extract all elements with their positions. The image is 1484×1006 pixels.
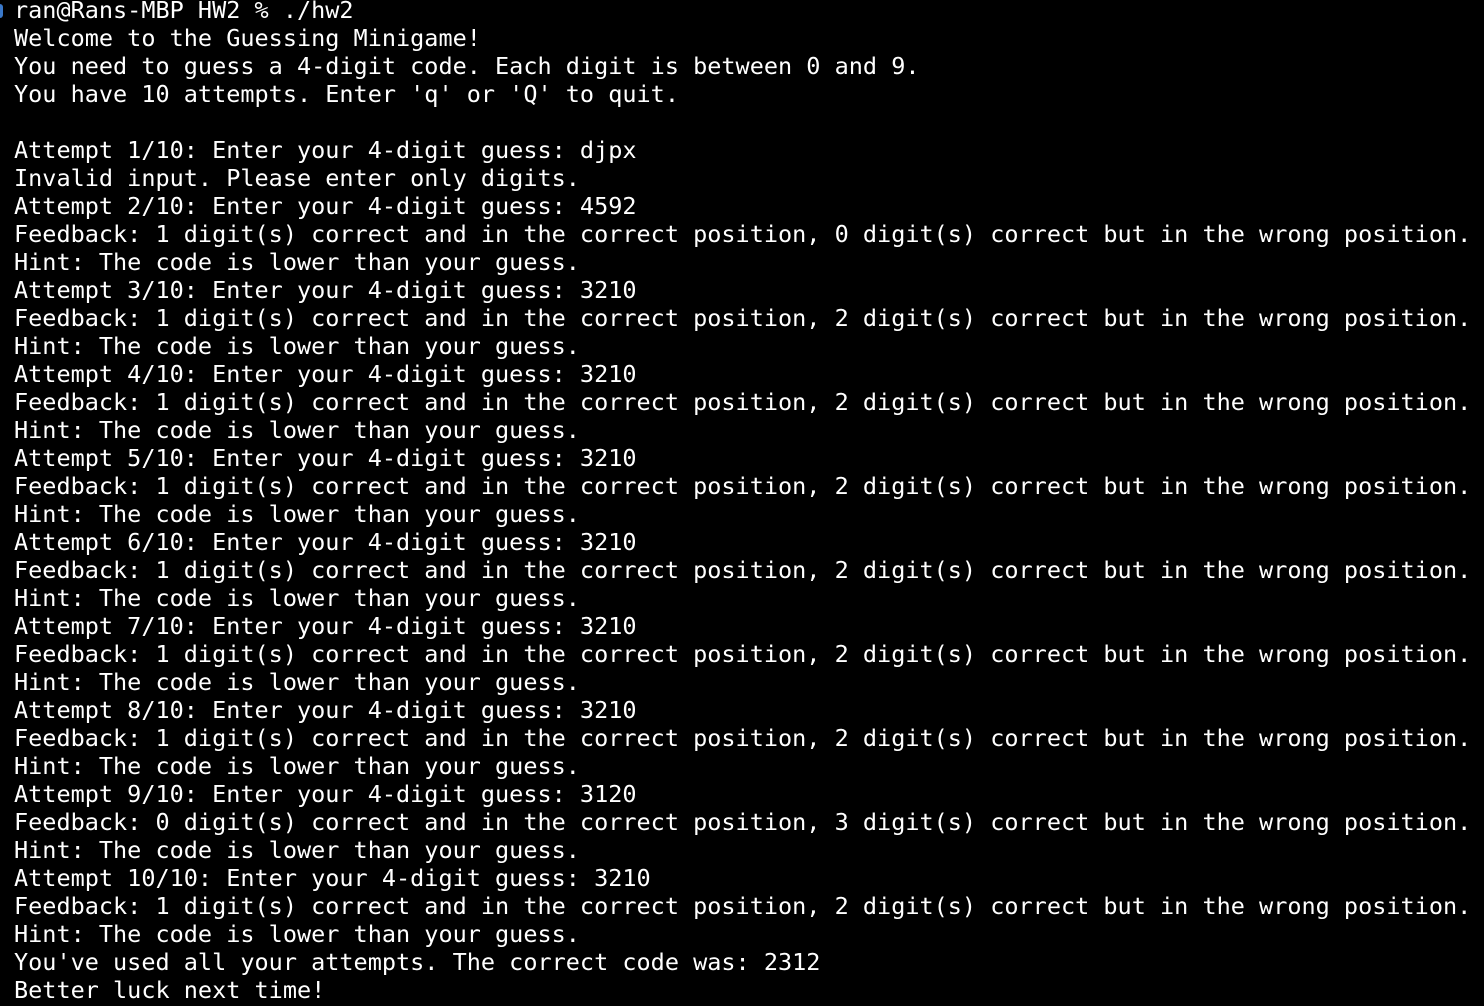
output-line <box>14 108 1471 136</box>
output-line: Hint: The code is lower than your guess. <box>14 584 580 612</box>
output-line: Attempt 7/10: Enter your 4-digit guess: … <box>14 612 637 640</box>
output-line: Attempt 1/10: Enter your 4-digit guess: … <box>14 136 637 164</box>
output-line: Feedback: 1 digit(s) correct and in the … <box>14 892 1472 920</box>
output-line: Attempt 9/10: Enter your 4-digit guess: … <box>14 780 637 808</box>
output-line: Hint: The code is lower than your guess. <box>14 752 580 780</box>
output-line: Hint: The code is lower than your guess. <box>14 332 580 360</box>
output-line: Feedback: 1 digit(s) correct and in the … <box>14 472 1472 500</box>
shell-prompt-line: ran@Rans-MBP HW2 % ./hw2 <box>14 0 354 24</box>
output-line: Hint: The code is lower than your guess. <box>14 500 580 528</box>
output-line: Attempt 10/10: Enter your 4-digit guess:… <box>14 864 651 892</box>
output-line: Attempt 6/10: Enter your 4-digit guess: … <box>14 528 637 556</box>
output-line: Feedback: 1 digit(s) correct and in the … <box>14 556 1472 584</box>
output-line: Feedback: 1 digit(s) correct and in the … <box>14 220 1472 248</box>
output-line: Welcome to the Guessing Minigame! <box>14 24 481 52</box>
output-line: Feedback: 0 digit(s) correct and in the … <box>14 808 1472 836</box>
output-line: Attempt 5/10: Enter your 4-digit guess: … <box>14 444 637 472</box>
output-line: Attempt 8/10: Enter your 4-digit guess: … <box>14 696 637 724</box>
output-line: Feedback: 1 digit(s) correct and in the … <box>14 724 1472 752</box>
output-line: Feedback: 1 digit(s) correct and in the … <box>14 304 1472 332</box>
output-line: Feedback: 1 digit(s) correct and in the … <box>14 388 1472 416</box>
output-line: Hint: The code is lower than your guess. <box>14 668 580 696</box>
output-line: Attempt 4/10: Enter your 4-digit guess: … <box>14 360 637 388</box>
output-line: Hint: The code is lower than your guess. <box>14 416 580 444</box>
terminal-output: ran@Rans-MBP HW2 % ./hw2 Welcome to the … <box>14 0 1471 1004</box>
output-line: Invalid input. Please enter only digits. <box>14 164 580 192</box>
output-line: Hint: The code is lower than your guess. <box>14 836 580 864</box>
output-line: Attempt 2/10: Enter your 4-digit guess: … <box>14 192 637 220</box>
output-line: You need to guess a 4-digit code. Each d… <box>14 52 920 80</box>
terminal-window[interactable]: ran@Rans-MBP HW2 % ./hw2 Welcome to the … <box>0 0 1484 1006</box>
output-line: Better luck next time! <box>14 976 326 1004</box>
prompt-mark-icon <box>0 4 3 18</box>
output-line: You've used all your attempts. The corre… <box>14 948 821 976</box>
output-line: Hint: The code is lower than your guess. <box>14 920 580 948</box>
output-line: Attempt 3/10: Enter your 4-digit guess: … <box>14 276 637 304</box>
output-line: Feedback: 1 digit(s) correct and in the … <box>14 640 1472 668</box>
output-line: Hint: The code is lower than your guess. <box>14 248 580 276</box>
output-line: You have 10 attempts. Enter 'q' or 'Q' t… <box>14 80 679 108</box>
